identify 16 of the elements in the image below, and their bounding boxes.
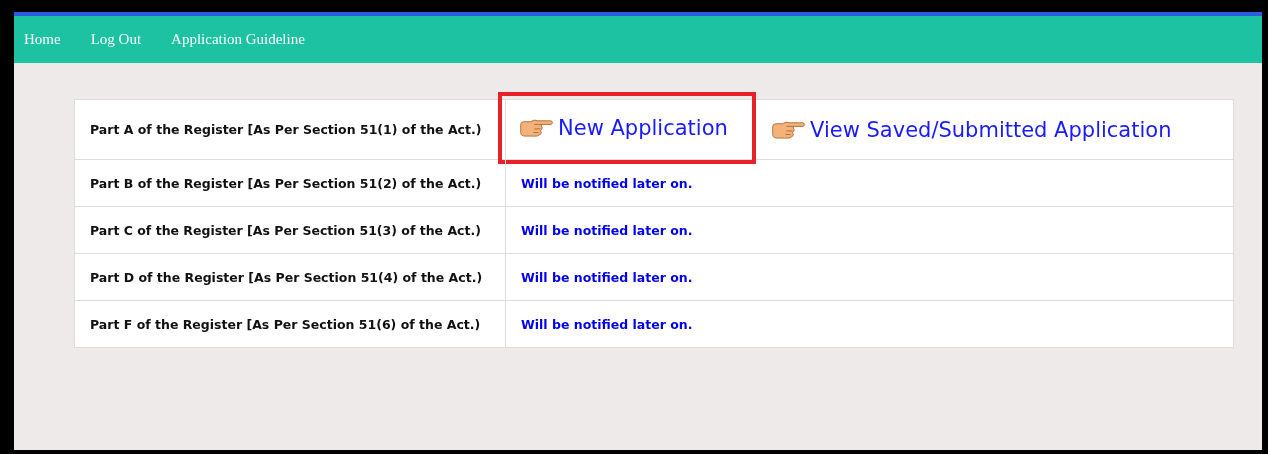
notice-text: Will be notified later on. [520, 315, 693, 334]
notice-text: Will be notified later on. [520, 268, 693, 287]
table-cell: Part B of the Register [As Per Section 51(2) of the Act.) [75, 160, 506, 206]
table-cell: Part C of the Register [As Per Section 51(3) of the Act.) [75, 207, 506, 253]
notice-text: Will be notified later on. [520, 174, 693, 193]
table-cell: Part F of the Register [As Per Section 51(6) of the Act.) [75, 301, 506, 347]
nav-link[interactable]: Log Out [90, 31, 157, 48]
application-link[interactable]: View Saved/Submitted Application [770, 117, 1172, 142]
nav-link[interactable]: Home [24, 31, 76, 48]
application-link[interactable]: New Application [518, 116, 728, 140]
table-cell: Part A of the Register [As Per Section 51(1) of the Act.) [75, 100, 506, 159]
notice-text: Will be notified later on. [520, 221, 693, 240]
pointing-hand-icon [518, 117, 554, 139]
table-cell: Part D of the Register [As Per Section 51(4) of the Act.) [75, 254, 506, 300]
pointing-hand-icon [770, 118, 806, 141]
nav-link[interactable]: Application Guideline [171, 31, 320, 48]
